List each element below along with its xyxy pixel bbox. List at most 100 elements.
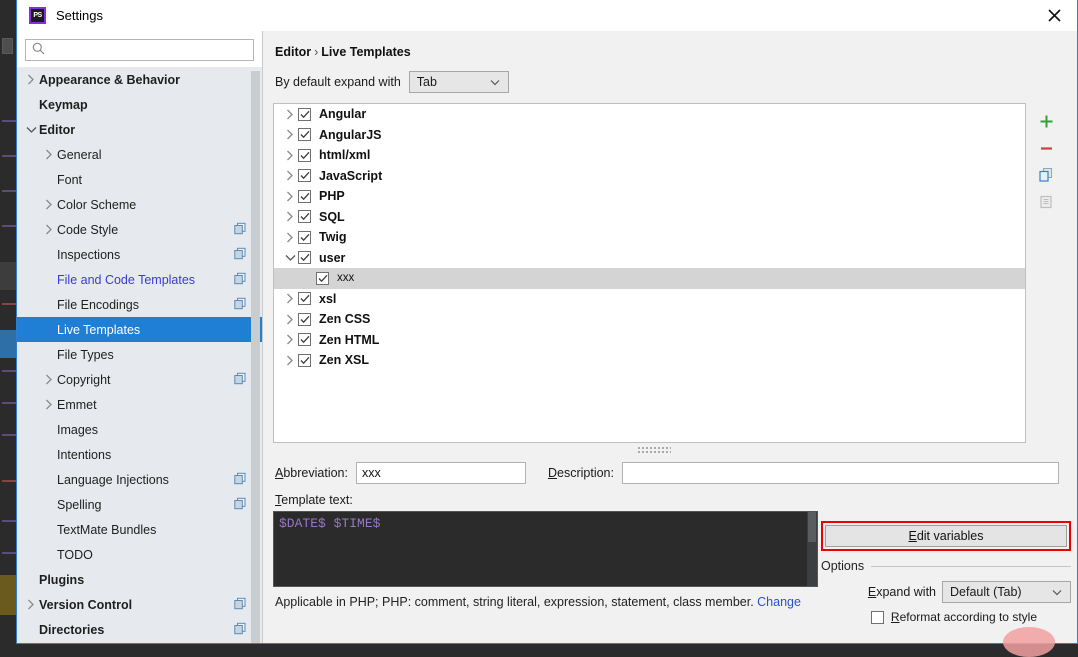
copy-settings-icon[interactable] — [234, 497, 246, 512]
sidebar-item-live-templates[interactable]: Live Templates — [17, 317, 262, 342]
chevron-right-icon[interactable] — [41, 199, 57, 210]
sidebar-item-code-style[interactable]: Code Style — [17, 217, 262, 242]
template-group-row[interactable]: Zen HTML — [274, 330, 1025, 351]
sidebar-item-intentions[interactable]: Intentions — [17, 442, 262, 467]
template-checkbox[interactable] — [298, 353, 311, 367]
splitter-handle[interactable] — [273, 444, 1035, 454]
sidebar-item-general[interactable]: General — [17, 142, 262, 167]
sidebar-item-images[interactable]: Images — [17, 417, 262, 442]
sidebar-scrollbar-thumb[interactable] — [251, 71, 260, 643]
chevron-right-icon[interactable] — [282, 334, 298, 345]
sidebar-item-directories[interactable]: Directories — [17, 617, 262, 642]
sidebar-item-font[interactable]: Font — [17, 167, 262, 192]
template-editor-scrollbar-thumb[interactable] — [808, 512, 816, 542]
template-checkbox[interactable] — [298, 169, 311, 183]
chevron-down-icon[interactable] — [23, 126, 39, 134]
sidebar-item-appearance-behavior[interactable]: Appearance & Behavior — [17, 67, 262, 92]
sidebar-item-copyright[interactable]: Copyright — [17, 367, 262, 392]
chevron-right-icon[interactable] — [41, 399, 57, 410]
chevron-right-icon[interactable] — [282, 355, 298, 366]
copy-settings-icon[interactable] — [234, 472, 246, 487]
template-group-row[interactable]: JavaScript — [274, 166, 1025, 187]
template-group-row[interactable]: AngularJS — [274, 125, 1025, 146]
search-box[interactable] — [25, 39, 254, 61]
template-checkbox[interactable] — [298, 189, 311, 203]
template-group-row[interactable]: Zen XSL — [274, 350, 1025, 371]
template-group-row[interactable]: SQL — [274, 207, 1025, 228]
template-checkbox[interactable] — [298, 333, 311, 347]
sidebar-item-keymap[interactable]: Keymap — [17, 92, 262, 117]
chevron-right-icon[interactable] — [282, 293, 298, 304]
copy-settings-icon[interactable] — [234, 247, 246, 262]
template-checkbox[interactable] — [298, 251, 311, 265]
chevron-right-icon[interactable] — [282, 191, 298, 202]
template-checkbox[interactable] — [298, 148, 311, 162]
chevron-right-icon[interactable] — [282, 232, 298, 243]
sidebar-item-textmate-bundles[interactable]: TextMate Bundles — [17, 517, 262, 542]
sidebar-item-spelling[interactable]: Spelling — [17, 492, 262, 517]
close-icon[interactable] — [1031, 0, 1077, 30]
template-group-row[interactable]: Zen CSS — [274, 309, 1025, 330]
template-group-row[interactable]: Twig — [274, 227, 1025, 248]
search-input[interactable] — [51, 42, 253, 58]
chevron-right-icon[interactable] — [282, 170, 298, 181]
settings-tree[interactable]: Appearance & Behavior Keymap Editor General… — [17, 67, 262, 643]
sidebar-item-todo[interactable]: TODO — [17, 542, 262, 567]
template-group-row[interactable]: PHP — [274, 186, 1025, 207]
sidebar-item-editor[interactable]: Editor — [17, 117, 262, 142]
chevron-right-icon[interactable] — [41, 374, 57, 385]
change-context-link[interactable]: Change — [757, 595, 801, 609]
chevron-down-icon[interactable] — [282, 254, 298, 262]
sidebar-item-file-encodings[interactable]: File Encodings — [17, 292, 262, 317]
template-checkbox[interactable] — [298, 230, 311, 244]
copy-settings-icon[interactable] — [234, 272, 246, 287]
copy-settings-icon[interactable] — [234, 622, 246, 637]
add-template-button[interactable] — [1034, 109, 1058, 133]
sidebar-item-file-and-code-templates[interactable]: File and Code Templates — [17, 267, 262, 292]
template-group-row[interactable]: xsl — [274, 289, 1025, 310]
sidebar-item-inspections[interactable]: Inspections — [17, 242, 262, 267]
remove-template-button[interactable] — [1034, 136, 1058, 160]
chevron-right-icon[interactable] — [282, 150, 298, 161]
description-input[interactable] — [621, 462, 1059, 484]
chevron-right-icon[interactable] — [282, 109, 298, 120]
templates-list[interactable]: Angular AngularJS html/xml JavaScript PHP SQL… — [273, 103, 1027, 443]
template-group-row[interactable]: html/xml — [274, 145, 1025, 166]
template-checkbox[interactable] — [298, 292, 311, 306]
copy-settings-icon[interactable] — [234, 297, 246, 312]
copy-settings-icon[interactable] — [234, 222, 246, 237]
template-group-row[interactable]: user — [274, 248, 1025, 269]
sidebar-item-emmet[interactable]: Emmet — [17, 392, 262, 417]
sidebar-item-plugins[interactable]: Plugins — [17, 567, 262, 592]
breadcrumb-parent[interactable]: Editor — [275, 45, 311, 59]
edit-variables-button[interactable]: Edit variables — [825, 525, 1067, 547]
chevron-right-icon[interactable] — [282, 211, 298, 222]
sidebar-scrollbar[interactable] — [251, 67, 260, 643]
copy-template-button[interactable] — [1034, 163, 1058, 187]
template-checkbox[interactable] — [316, 271, 329, 285]
template-checkbox[interactable] — [298, 107, 311, 121]
chevron-right-icon[interactable] — [41, 224, 57, 235]
template-text-editor[interactable]: $DATE$ $TIME$ — [273, 511, 818, 587]
reformat-row[interactable]: Reformat according to style — [821, 610, 1071, 624]
copy-settings-icon[interactable] — [234, 597, 246, 612]
chevron-right-icon[interactable] — [23, 599, 39, 610]
chevron-right-icon[interactable] — [41, 149, 57, 160]
chevron-right-icon[interactable] — [23, 74, 39, 85]
sidebar-item-color-scheme[interactable]: Color Scheme — [17, 192, 262, 217]
abbreviation-input[interactable] — [355, 462, 526, 484]
template-group-row[interactable]: xxx — [274, 268, 1026, 289]
sidebar-item-file-types[interactable]: File Types — [17, 342, 262, 367]
chevron-right-icon[interactable] — [282, 129, 298, 140]
chevron-right-icon[interactable] — [282, 314, 298, 325]
expand-with-combo[interactable]: Default (Tab) — [942, 581, 1071, 603]
template-editor-scrollbar[interactable] — [807, 512, 817, 586]
template-checkbox[interactable] — [298, 128, 311, 142]
template-checkbox[interactable] — [298, 210, 311, 224]
copy-settings-icon[interactable] — [234, 372, 246, 387]
template-group-row[interactable]: Angular — [274, 104, 1025, 125]
reformat-checkbox[interactable] — [870, 610, 884, 624]
sidebar-item-language-injections[interactable]: Language Injections — [17, 467, 262, 492]
template-checkbox[interactable] — [298, 312, 311, 326]
default-expand-combo[interactable]: Tab — [408, 71, 509, 93]
